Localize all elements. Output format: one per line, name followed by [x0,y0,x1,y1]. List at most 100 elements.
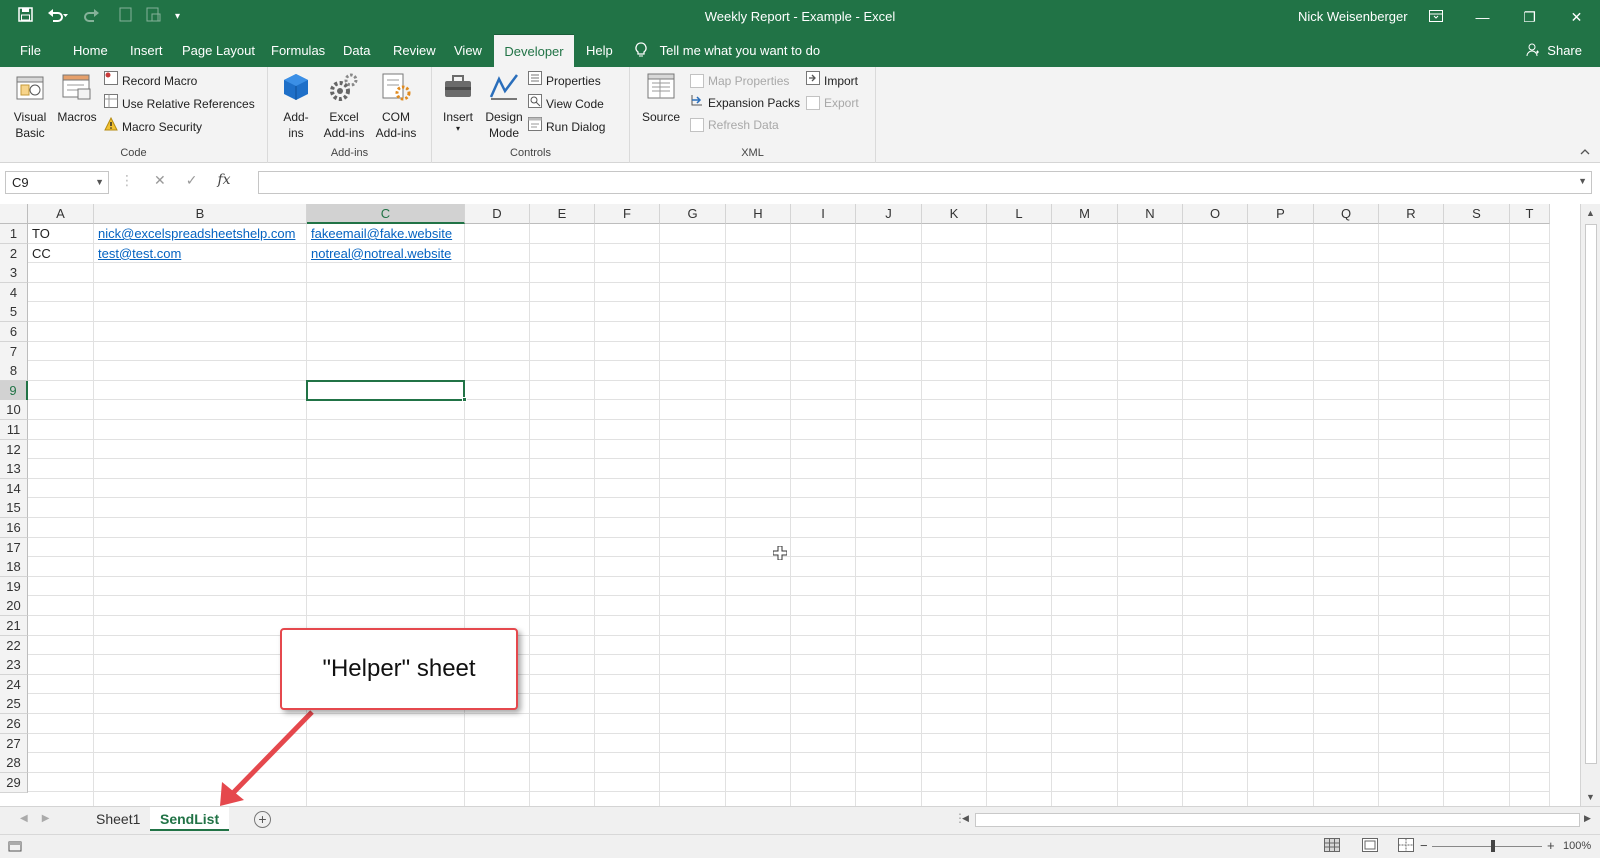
column-header-d[interactable]: D [465,204,530,224]
column-header-h[interactable]: H [726,204,791,224]
expand-formula-bar-icon[interactable]: ▼ [1578,176,1587,186]
row-header-13[interactable]: 13 [0,459,28,480]
page-break-view-icon[interactable] [1398,838,1414,855]
tab-file[interactable]: File [10,34,51,67]
zoom-slider-track[interactable] [1432,846,1542,847]
row-header-8[interactable]: 8 [0,361,28,382]
row-header-4[interactable]: 4 [0,282,28,303]
cell-b2[interactable]: test@test.com [94,244,307,264]
fill-handle[interactable] [462,397,467,403]
add-sheet-icon[interactable]: + [254,811,271,828]
column-header-j[interactable]: J [856,204,922,224]
cell-c1[interactable]: fakeemail@fake.website [307,224,465,244]
tab-page-layout[interactable]: Page Layout [172,34,265,67]
row-header-21[interactable]: 21 [0,616,28,636]
user-name[interactable]: Nick Weisenberger [1298,9,1408,24]
row-header-1[interactable]: 1 [0,224,28,244]
row-header-28[interactable]: 28 [0,753,28,774]
column-header-l[interactable]: L [987,204,1052,224]
selected-cell-c9[interactable] [306,379,465,402]
row-header-9[interactable]: 9 [0,380,28,401]
cell-b1[interactable]: nick@excelspreadsheetshelp.com [94,224,307,244]
column-header-b[interactable]: B [94,204,307,224]
tab-view[interactable]: View [444,34,492,67]
refresh-data-button[interactable]: Refresh Data [690,115,779,135]
column-header-e[interactable]: E [530,204,595,224]
tell-me-search[interactable]: Tell me what you want to do [634,34,820,67]
row-header-14[interactable]: 14 [0,478,28,499]
cell-a1[interactable]: TO [28,224,94,244]
select-all-corner[interactable] [0,204,28,224]
close-button[interactable]: ✕ [1553,0,1600,34]
macros-button[interactable]: Macros [56,71,98,125]
insert-function-icon[interactable]: fx [217,172,230,189]
row-header-19[interactable]: 19 [0,576,28,597]
cell-c2[interactable]: notreal@notreal.website [307,244,465,264]
scroll-down-icon[interactable]: ▼ [1586,792,1595,802]
row-header-16[interactable]: 16 [0,518,28,538]
visual-basic-button[interactable]: Visual Basic [10,71,50,141]
row-header-23[interactable]: 23 [0,655,28,676]
row-header-12[interactable]: 12 [0,439,28,460]
zoom-slider-thumb[interactable] [1491,840,1495,852]
scroll-up-icon[interactable]: ▲ [1586,208,1595,218]
sheet-tab-sendlist[interactable]: SendList [150,807,230,831]
tab-data[interactable]: Data [333,34,380,67]
column-header-o[interactable]: O [1183,204,1248,224]
design-mode-button[interactable]: Design Mode [482,71,526,141]
cell-a2[interactable]: CC [28,244,94,264]
page-layout-view-icon[interactable] [1362,838,1378,855]
row-header-20[interactable]: 20 [0,596,28,617]
column-header-s[interactable]: S [1444,204,1510,224]
formula-input[interactable]: ▼ [258,171,1592,194]
column-header-f[interactable]: F [595,204,660,224]
zoom-in-icon[interactable]: + [1547,838,1555,853]
row-header-5[interactable]: 5 [0,302,28,323]
row-header-25[interactable]: 25 [0,694,28,715]
properties-button[interactable]: Properties [528,71,601,91]
source-button[interactable]: Source [640,71,682,125]
normal-view-icon[interactable] [1324,838,1340,855]
row-header-18[interactable]: 18 [0,557,28,578]
row-header-26[interactable]: 26 [0,714,28,734]
column-header-i[interactable]: I [791,204,856,224]
sheet-tab-sheet1[interactable]: Sheet1 [86,807,150,831]
export-button[interactable]: Export [806,93,859,113]
macro-security-button[interactable]: Macro Security [104,116,202,137]
row-header-29[interactable]: 29 [0,772,28,793]
tab-help[interactable]: Help [576,34,623,67]
row-header-2[interactable]: 2 [0,243,28,264]
row-header-22[interactable]: 22 [0,635,28,656]
column-header-t[interactable]: T [1510,204,1550,224]
ribbon-display-options-icon[interactable] [1412,0,1459,34]
column-header-c[interactable]: C [307,204,465,224]
restore-button[interactable]: ❐ [1506,0,1553,34]
import-button[interactable]: Import [806,71,858,91]
vertical-scroll-thumb[interactable] [1585,224,1597,764]
com-addins-button[interactable]: COM Add-ins [372,71,420,141]
expansion-packs-button[interactable]: Expansion Packs [690,93,800,113]
row-header-7[interactable]: 7 [0,341,28,362]
column-header-k[interactable]: K [922,204,987,224]
row-header-24[interactable]: 24 [0,674,28,695]
insert-control-button[interactable]: Insert ▾ [438,71,478,133]
macro-recording-icon[interactable] [8,839,22,856]
tab-developer[interactable]: Developer [494,34,574,67]
minimize-button[interactable]: — [1459,0,1506,34]
column-header-g[interactable]: G [660,204,726,224]
tab-insert[interactable]: Insert [120,34,173,67]
column-header-a[interactable]: A [28,204,94,224]
record-macro-button[interactable]: Record Macro [104,71,197,91]
view-code-button[interactable]: View Code [528,94,604,114]
run-dialog-button[interactable]: Run Dialog [528,117,605,137]
cancel-icon[interactable]: ✕ [154,172,166,189]
excel-addins-button[interactable]: Excel Add-ins [320,71,368,141]
map-properties-button[interactable]: Map Properties [690,71,789,91]
tab-review[interactable]: Review [383,34,446,67]
collapse-ribbon-icon[interactable] [1580,144,1590,158]
use-relative-references-button[interactable]: Use Relative References [104,94,255,114]
name-box[interactable]: C9 ▼ [5,171,109,194]
column-header-n[interactable]: N [1118,204,1183,224]
row-header-10[interactable]: 10 [0,400,28,421]
column-header-m[interactable]: M [1052,204,1118,224]
